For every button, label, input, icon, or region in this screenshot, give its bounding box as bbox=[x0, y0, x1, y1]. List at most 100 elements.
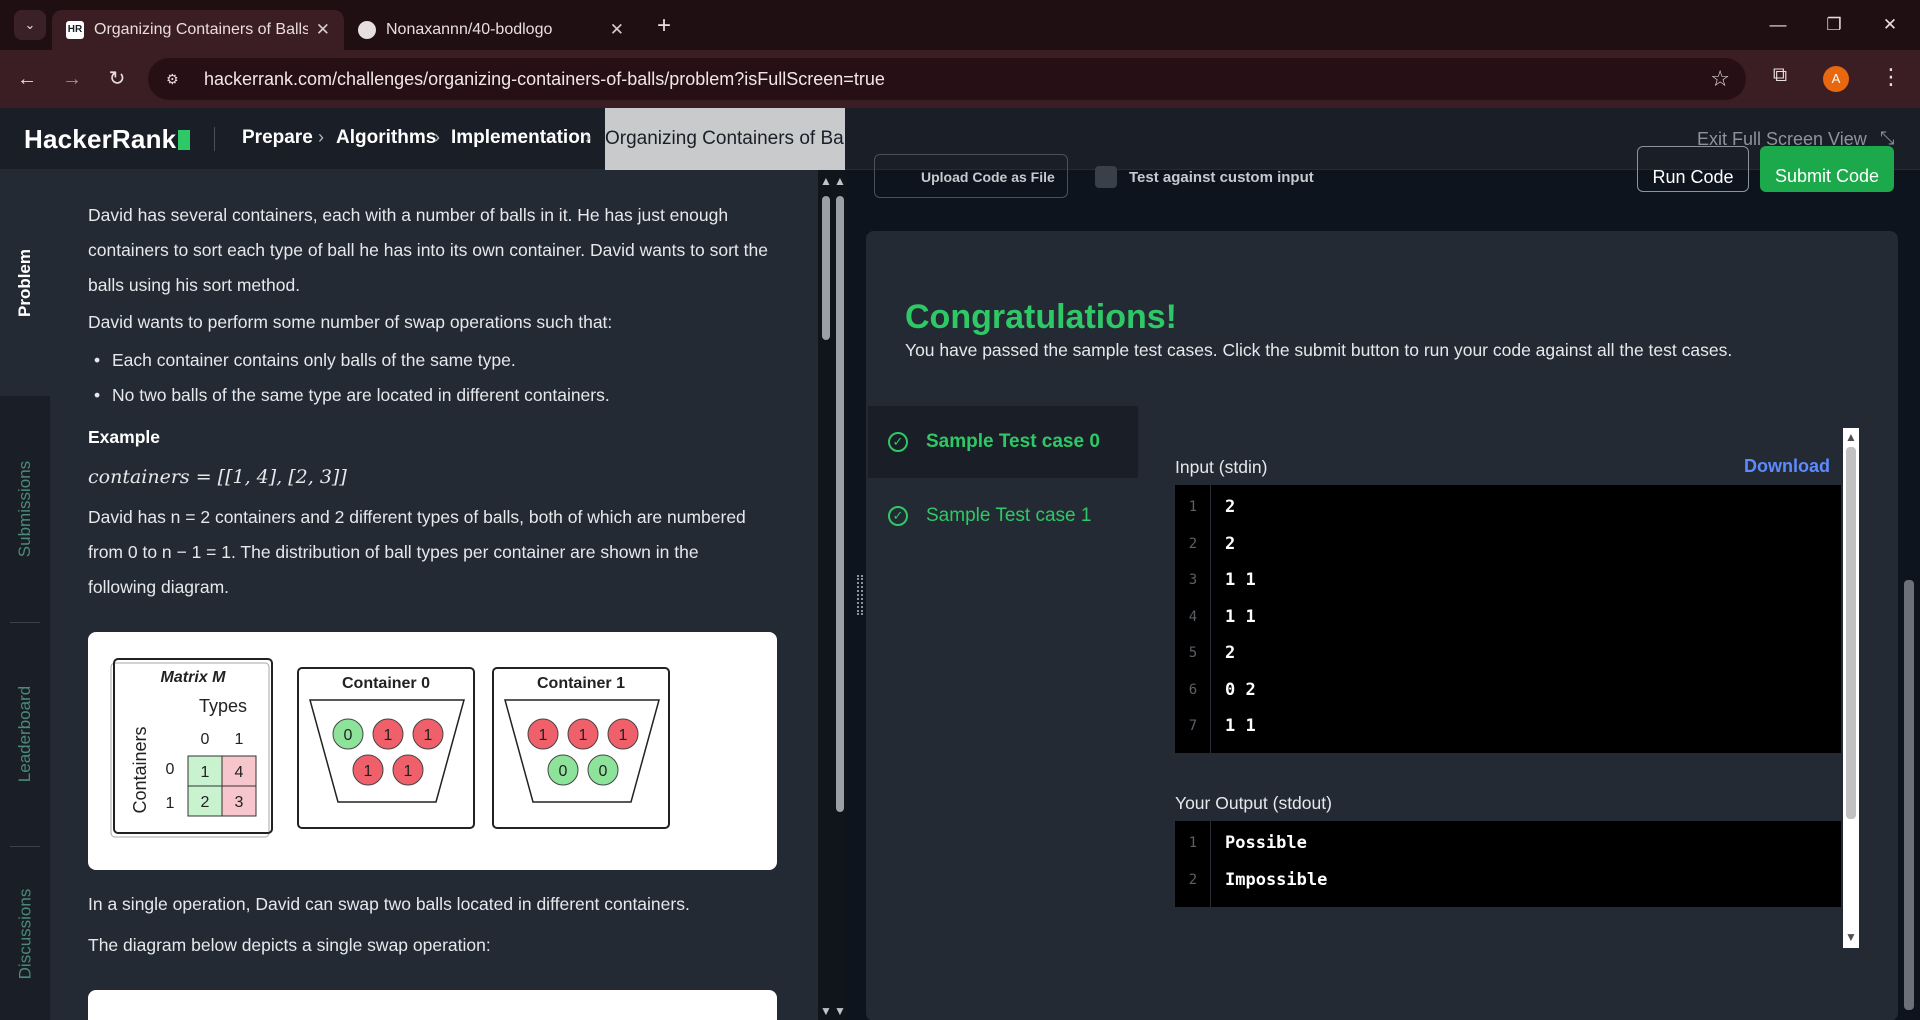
containers-label: Containers bbox=[130, 726, 150, 813]
breadcrumb-current: Organizing Containers of Balls bbox=[605, 108, 845, 170]
header-divider bbox=[214, 127, 215, 151]
back-icon[interactable]: ← bbox=[12, 64, 42, 94]
breadcrumb-implementation[interactable]: Implementation bbox=[451, 127, 591, 149]
scroll-thumb[interactable] bbox=[822, 196, 830, 340]
tab-github[interactable]: Nonaxannn/40-bodlogo ✕ bbox=[344, 10, 638, 50]
breadcrumb-algorithms[interactable]: Algorithms bbox=[336, 127, 436, 149]
chevron-right-icon: › bbox=[585, 127, 591, 147]
container-0-title: Container 0 bbox=[342, 675, 430, 692]
custom-input-label: Test against custom input bbox=[1129, 169, 1314, 186]
scroll-thumb[interactable] bbox=[1846, 447, 1856, 819]
check-circle-icon: ✓ bbox=[888, 432, 908, 452]
browser-menu-icon[interactable]: ⋮ bbox=[1880, 64, 1902, 94]
ball-label: 1 bbox=[539, 727, 548, 744]
submit-code-button[interactable]: Submit Code bbox=[1760, 146, 1894, 192]
scroll-thumb[interactable] bbox=[836, 196, 844, 812]
ball-label: 1 bbox=[579, 727, 588, 744]
ball-label: 1 bbox=[364, 763, 373, 780]
example-text: David has n = 2 containers and 2 differe… bbox=[88, 507, 746, 527]
close-window-icon[interactable]: ✕ bbox=[1870, 10, 1910, 40]
code-line: 2 bbox=[1225, 497, 1236, 517]
line-gutter bbox=[1175, 821, 1211, 907]
row-header: 1 bbox=[166, 795, 175, 812]
scroll-down-icon[interactable]: ▼ bbox=[1844, 930, 1858, 944]
upload-code-button[interactable]: Upload Code as File bbox=[874, 154, 1068, 198]
line-number: 6 bbox=[1188, 681, 1198, 698]
matrix-title: Matrix M bbox=[161, 669, 227, 686]
bookmark-star-icon[interactable]: ☆ bbox=[1710, 66, 1730, 92]
scroll-up-icon[interactable]: ▲ bbox=[819, 174, 833, 188]
test-case-0-tab[interactable]: ✓ Sample Test case 0 bbox=[868, 406, 1138, 478]
line-number: 1 bbox=[1188, 835, 1198, 851]
chevron-right-icon: › bbox=[434, 127, 440, 147]
chevron-right-icon: › bbox=[318, 127, 324, 147]
breadcrumb-prepare[interactable]: Prepare bbox=[242, 127, 313, 149]
tab-divider bbox=[10, 622, 40, 623]
tab-leaderboard[interactable]: Leaderboard bbox=[0, 624, 50, 844]
list-item: No two balls of the same type are locate… bbox=[94, 385, 610, 406]
example-text: following diagram. bbox=[88, 577, 230, 597]
code-line: 1 1 bbox=[1225, 570, 1256, 590]
ball-label: 1 bbox=[404, 763, 413, 780]
download-link[interactable]: Download bbox=[1744, 456, 1830, 477]
passed-message: You have passed the sample test cases. C… bbox=[905, 340, 1733, 360]
example-text: from 0 to n − 1 = 1. The distribution of… bbox=[88, 542, 699, 562]
tab-hackerrank[interactable]: HR Organizing Containers of Balls | Hack… bbox=[52, 10, 344, 50]
restore-icon[interactable]: ❐ bbox=[1814, 10, 1854, 40]
scroll-up-icon[interactable]: ▲ bbox=[1844, 430, 1858, 444]
example-heading: Example bbox=[88, 427, 160, 447]
address-bar[interactable]: ⚙ hackerrank.com/challenges/organizing-c… bbox=[148, 58, 1746, 100]
scroll-up-icon[interactable]: ▲ bbox=[833, 174, 847, 188]
code-line: Impossible bbox=[1225, 869, 1328, 890]
example-formula: containers = [[1, 4], [2, 3]] bbox=[88, 466, 347, 488]
scroll-thumb[interactable] bbox=[1904, 580, 1914, 1010]
output-label: Your Output (stdout) bbox=[1175, 793, 1332, 813]
ball-label: 1 bbox=[424, 727, 433, 744]
cell-value: 1 bbox=[201, 764, 210, 781]
col-header: 0 bbox=[201, 731, 210, 748]
swap-intro: David wants to perform some number of sw… bbox=[88, 312, 613, 332]
cell-value: 4 bbox=[235, 764, 244, 781]
forward-icon[interactable]: → bbox=[57, 64, 87, 94]
container-1-title: Container 1 bbox=[537, 675, 625, 692]
code-line: 2 bbox=[1225, 533, 1236, 554]
cell-value: 2 bbox=[201, 794, 210, 811]
site-info-icon[interactable]: ⚙ bbox=[166, 71, 186, 88]
ball-label: 0 bbox=[599, 763, 608, 780]
tab-problem[interactable]: Problem bbox=[0, 170, 50, 396]
test-case-1-tab[interactable]: ✓ Sample Test case 1 bbox=[868, 480, 1138, 552]
diagram-caption: The diagram below depicts a single swap … bbox=[88, 935, 491, 955]
profile-avatar[interactable]: A bbox=[1823, 66, 1849, 92]
line-number: 3 bbox=[1188, 572, 1198, 588]
close-tab-icon[interactable]: ✕ bbox=[610, 20, 624, 40]
scroll-down-icon[interactable]: ▼ bbox=[833, 1004, 847, 1018]
custom-input-checkbox[interactable] bbox=[1095, 166, 1117, 188]
swap-diagram bbox=[88, 990, 777, 1020]
tab-discussions[interactable]: Discussions bbox=[0, 848, 50, 1020]
tab-search-button[interactable]: ⌄ bbox=[14, 10, 46, 40]
line-number: 2 bbox=[1188, 535, 1198, 552]
code-line: 0 2 bbox=[1225, 679, 1256, 700]
tab-submissions[interactable]: Submissions bbox=[0, 396, 50, 622]
line-number: 1 bbox=[1188, 499, 1198, 515]
stdout-box: 1 Possible 2 Impossible bbox=[1175, 821, 1841, 907]
line-number: 2 bbox=[1188, 871, 1198, 888]
code-line: Possible bbox=[1225, 833, 1307, 853]
ball-label: 0 bbox=[344, 727, 353, 744]
run-code-button[interactable]: Run Code bbox=[1637, 146, 1749, 192]
hackerrank-favicon-icon: HR bbox=[66, 21, 84, 39]
new-tab-button[interactable]: + bbox=[650, 12, 678, 40]
close-tab-icon[interactable]: ✕ bbox=[316, 20, 330, 40]
line-number: 5 bbox=[1188, 645, 1198, 661]
row-header: 0 bbox=[166, 761, 175, 778]
minimize-icon[interactable]: — bbox=[1758, 10, 1798, 40]
check-circle-icon: ✓ bbox=[888, 506, 908, 526]
hackerrank-logo[interactable]: HackerRank bbox=[24, 124, 191, 155]
ball-label: 0 bbox=[559, 763, 568, 780]
reload-icon[interactable]: ↻ bbox=[102, 64, 132, 94]
drag-handle-icon[interactable] bbox=[857, 575, 863, 615]
stdin-box: 1 2 2 2 3 1 1 4 1 1 5 2 6 0 2 7 1 1 bbox=[1175, 485, 1841, 753]
scroll-down-icon[interactable]: ▼ bbox=[819, 1004, 833, 1018]
extensions-icon[interactable]: ⧉ bbox=[1764, 64, 1796, 94]
logo-square-icon bbox=[178, 130, 191, 150]
